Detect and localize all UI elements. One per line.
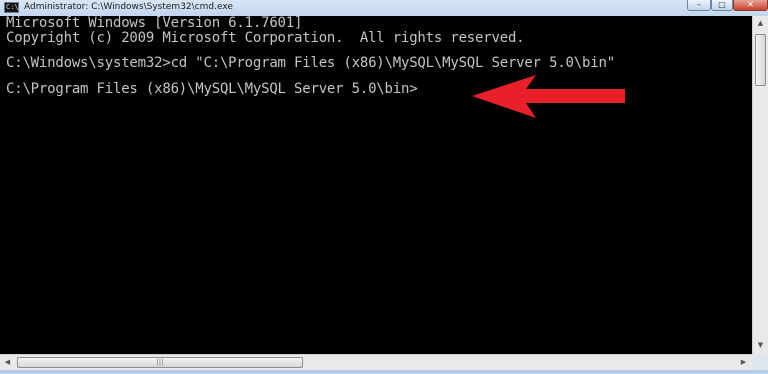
console-line: Microsoft Windows [Version 6.1.7601] — [6, 16, 303, 31]
console-output[interactable]: Microsoft Windows [Version 6.1.7601] Cop… — [0, 16, 752, 354]
scroll-up-icon[interactable]: ▲ — [753, 16, 768, 31]
console-command-line: C:\Windows\system32>cd "C:\Program Files… — [6, 55, 615, 71]
arrow-icon — [472, 75, 625, 118]
cmd-icon[interactable]: C:\ — [4, 2, 19, 13]
resize-grip[interactable] — [752, 354, 768, 370]
console-line: Copyright (c) 2009 Microsoft Corporation… — [6, 30, 525, 46]
horizontal-scrollbar[interactable]: ◀ ||| ▶ — [0, 354, 752, 370]
title-bar[interactable]: C:\ Administrator: C:\Windows\System32\c… — [0, 0, 768, 16]
window-title: Administrator: C:\Windows\System32\cmd.e… — [24, 2, 233, 12]
vertical-scroll-thumb[interactable] — [755, 34, 766, 86]
maximize-button[interactable]: □ — [711, 0, 733, 11]
scroll-right-icon[interactable]: ▶ — [736, 355, 751, 370]
vertical-scrollbar[interactable]: ▲ ▼ — [752, 16, 768, 354]
minimize-button[interactable]: – — [687, 0, 711, 11]
cmd-window: C:\ Administrator: C:\Windows\System32\c… — [0, 0, 768, 374]
console-prompt[interactable]: C:\Program Files (x86)\MySQL\MySQL Serve… — [6, 82, 418, 97]
close-button[interactable]: ✕ — [733, 0, 768, 11]
scroll-down-icon[interactable]: ▼ — [753, 338, 768, 353]
horizontal-scroll-thumb[interactable]: ||| — [17, 357, 303, 368]
red-arrow-annotation — [472, 75, 625, 118]
scroll-left-icon[interactable]: ◀ — [0, 355, 15, 370]
